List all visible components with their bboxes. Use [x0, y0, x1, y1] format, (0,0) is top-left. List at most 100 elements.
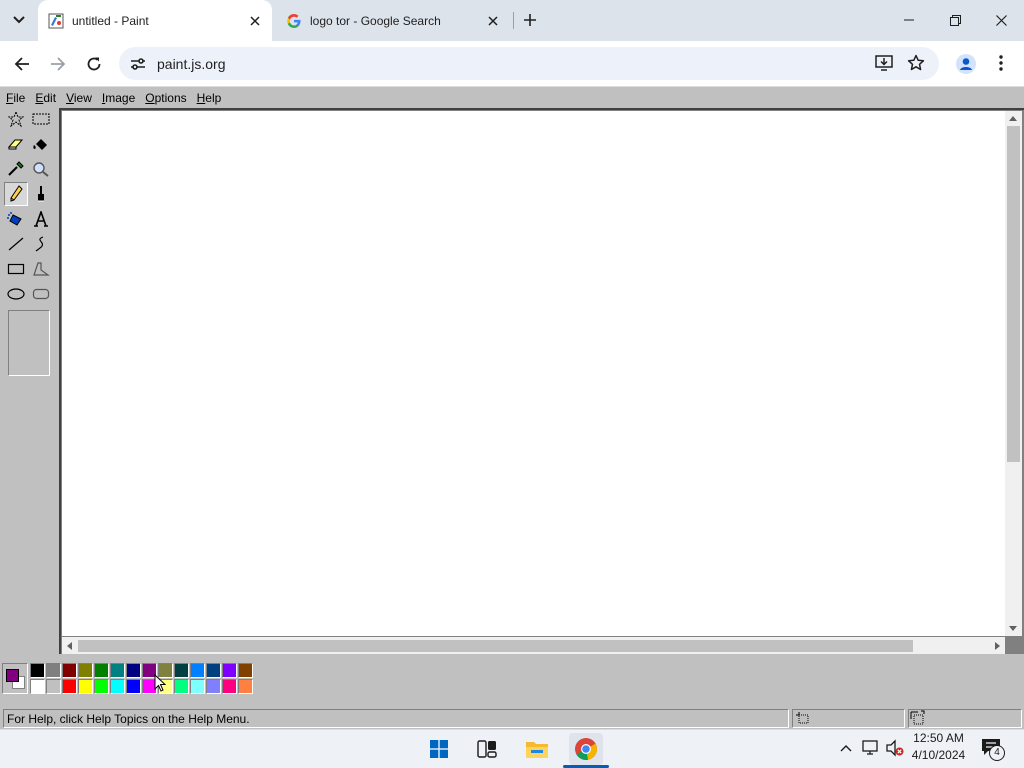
polygon-tool[interactable]	[29, 257, 53, 281]
pencil-icon	[10, 185, 23, 202]
ellipse-tool[interactable]	[4, 282, 28, 306]
menu-view[interactable]: View	[63, 88, 96, 108]
site-info-icon[interactable]	[127, 53, 149, 75]
menu-file[interactable]: File	[3, 88, 29, 108]
brush-tool[interactable]	[29, 182, 53, 206]
color-swatch[interactable]	[62, 663, 77, 678]
color-swatch[interactable]	[94, 679, 109, 694]
mouse-cursor-icon	[154, 674, 166, 692]
line-icon	[8, 237, 24, 251]
color-swatch[interactable]	[222, 679, 237, 694]
taskbar-clock-date[interactable]: 4/10/2024	[906, 748, 971, 762]
color-swatch[interactable]	[126, 663, 141, 678]
scroll-right-arrow-icon[interactable]	[991, 640, 1003, 652]
minimize-button[interactable]	[886, 0, 932, 40]
color-swatch[interactable]	[110, 663, 125, 678]
color-swatch[interactable]	[110, 679, 125, 694]
tool-options-panel[interactable]	[8, 310, 50, 376]
color-swatch[interactable]	[190, 663, 205, 678]
new-tab-button[interactable]	[519, 8, 541, 32]
show-hidden-icons-button[interactable]	[838, 740, 854, 756]
color-swatch[interactable]	[78, 663, 93, 678]
close-icon[interactable]	[484, 12, 502, 30]
color-swatch[interactable]	[62, 679, 77, 694]
menu-edit[interactable]: Edit	[32, 88, 60, 108]
kebab-menu-icon[interactable]	[989, 51, 1013, 75]
scroll-down-arrow-icon[interactable]	[1007, 622, 1019, 634]
eraser-icon	[7, 139, 24, 150]
taskbar-clock-time[interactable]: 12:50 AM	[906, 731, 971, 745]
color-swatch[interactable]	[46, 679, 61, 694]
free-form-select-icon	[8, 111, 24, 127]
magnifier-tool[interactable]	[29, 157, 53, 181]
task-view-icon	[477, 740, 497, 758]
reload-icon	[87, 57, 101, 71]
pick-color-tool[interactable]	[4, 157, 28, 181]
reload-button[interactable]	[80, 50, 108, 78]
task-view-button[interactable]	[470, 733, 504, 765]
color-swatch[interactable]	[206, 679, 221, 694]
forward-button[interactable]	[44, 50, 72, 78]
back-button[interactable]	[8, 50, 36, 78]
menu-image[interactable]: Image	[99, 88, 139, 108]
color-swatch[interactable]	[206, 663, 221, 678]
close-icon	[995, 14, 1007, 26]
tab-google-search[interactable]: logo tor - Google Search	[276, 0, 510, 41]
bookmark-star-icon[interactable]	[904, 51, 928, 75]
pencil-tool[interactable]	[4, 182, 28, 206]
drawing-canvas[interactable]	[62, 111, 1005, 636]
file-explorer-button[interactable]	[520, 733, 554, 765]
primary-color[interactable]	[6, 669, 19, 682]
horizontal-scroll-thumb[interactable]	[78, 640, 913, 652]
minimize-icon	[904, 19, 914, 21]
text-tool[interactable]	[29, 207, 53, 231]
color-swatch[interactable]	[238, 679, 253, 694]
restore-button[interactable]	[932, 0, 978, 40]
volume-muted-icon[interactable]	[885, 738, 905, 758]
status-position-panel	[792, 709, 905, 728]
menu-options[interactable]: Options	[142, 88, 190, 108]
address-bar[interactable]	[119, 47, 939, 80]
tab-paint[interactable]: untitled - Paint	[38, 0, 272, 41]
chrome-taskbar-button[interactable]	[569, 733, 603, 765]
rectangle-icon	[7, 263, 25, 275]
airbrush-tool[interactable]	[4, 207, 28, 231]
rectangle-select-tool[interactable]	[29, 107, 53, 131]
eraser-tool[interactable]	[4, 132, 28, 156]
rounded-rectangle-tool[interactable]	[29, 282, 53, 306]
menu-help[interactable]: Help	[194, 88, 226, 108]
airbrush-icon	[7, 212, 22, 226]
vertical-scroll-thumb[interactable]	[1007, 126, 1020, 462]
color-swatch[interactable]	[174, 679, 189, 694]
fill-with-color-tool[interactable]	[29, 132, 53, 156]
rectangle-tool[interactable]	[4, 257, 28, 281]
color-swatch[interactable]	[30, 663, 45, 678]
curve-tool[interactable]	[29, 232, 53, 256]
notification-count-badge: 4	[989, 745, 1005, 761]
color-swatch[interactable]	[126, 679, 141, 694]
close-icon[interactable]	[246, 12, 264, 30]
color-swatch[interactable]	[30, 679, 45, 694]
scroll-left-arrow-icon[interactable]	[63, 640, 75, 652]
free-form-select-tool[interactable]	[4, 107, 28, 131]
windows-logo-icon	[430, 740, 448, 758]
rectangle-select-icon	[32, 113, 50, 125]
color-swatch[interactable]	[94, 663, 109, 678]
color-swatch[interactable]	[238, 663, 253, 678]
url-text[interactable]: paint.js.org	[157, 56, 225, 72]
install-app-icon[interactable]	[872, 52, 896, 74]
color-swatch[interactable]	[190, 679, 205, 694]
scroll-up-arrow-icon[interactable]	[1007, 112, 1019, 124]
tab-search-button[interactable]	[6, 7, 32, 33]
close-window-button[interactable]	[978, 0, 1024, 40]
color-swatch[interactable]	[46, 663, 61, 678]
color-swatch[interactable]	[174, 663, 189, 678]
start-button[interactable]	[422, 733, 456, 765]
network-icon[interactable]	[861, 738, 881, 758]
tab-separator	[513, 12, 514, 29]
plus-icon	[524, 14, 536, 26]
color-swatch[interactable]	[78, 679, 93, 694]
line-tool[interactable]	[4, 232, 28, 256]
color-swatch[interactable]	[222, 663, 237, 678]
profile-avatar-icon[interactable]	[953, 51, 979, 77]
